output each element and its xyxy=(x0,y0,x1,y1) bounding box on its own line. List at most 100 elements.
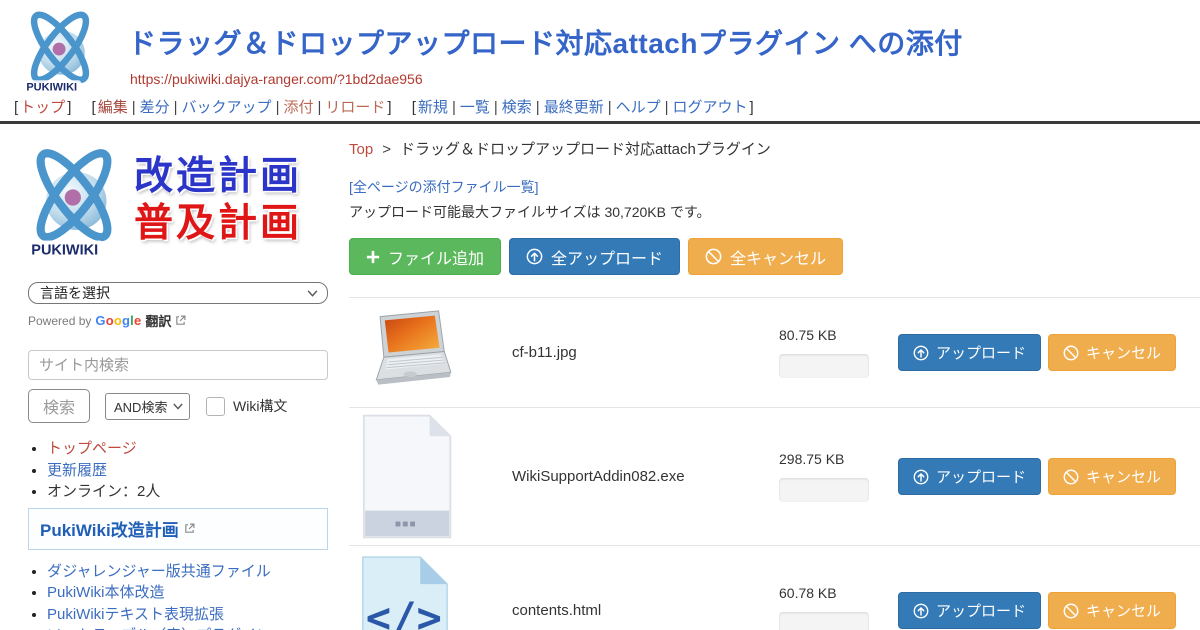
svg-text:</>: </> xyxy=(366,593,442,630)
cancel-button[interactable]: キャンセル xyxy=(1048,334,1176,371)
bracket: ] xyxy=(387,99,391,116)
nav-item-top[interactable]: トップ xyxy=(20,99,65,116)
atom-logo-icon: PUKIWIKI xyxy=(14,5,106,95)
nav-item-diff[interactable]: 差分 xyxy=(140,99,170,116)
nav-item-edit[interactable]: 編集 xyxy=(98,99,128,116)
page-title: ドラッグ＆ドロップアップロード対応attachプラグイン への添付 xyxy=(128,22,963,62)
list-item: トップページ xyxy=(47,439,345,459)
all-attachments-link[interactable]: [全ページの添付ファイル一覧] xyxy=(349,177,539,197)
search-mode-value: AND検索 xyxy=(114,397,167,416)
separator: | xyxy=(452,99,456,116)
nav-item-search[interactable]: 検索 xyxy=(502,99,532,116)
upload-icon xyxy=(913,469,929,485)
upload-queue: cf-b11.jpg 80.75 KB アップロード xyxy=(349,297,1200,630)
nav-item-reload[interactable]: リロード xyxy=(325,99,385,116)
list-item: ダジャレンジャー版共通ファイル xyxy=(47,562,345,582)
nav-item-list[interactable]: 一覧 xyxy=(460,99,490,116)
upload-icon xyxy=(913,345,929,361)
svg-text:PUKIWIKI: PUKIWIKI xyxy=(26,81,77,93)
sidebar-plugin-links: ダジャレンジャー版共通ファイル PukiWiki本体改造 PukiWikiテキス… xyxy=(28,562,345,630)
file-size: 298.75 KB xyxy=(779,451,889,467)
list-item: ソートテーブル（表）プラグイン xyxy=(47,626,345,630)
file-row: cf-b11.jpg 80.75 KB アップロード xyxy=(349,297,1200,407)
bracket: ] xyxy=(67,99,71,116)
page-url[interactable]: https://pukiwiki.dajya-ranger.com/?1bd2d… xyxy=(130,71,963,87)
file-size-cell: 60.78 KB xyxy=(779,585,889,630)
separator: | xyxy=(132,99,136,116)
search-mode-select[interactable]: AND検索 xyxy=(105,393,190,420)
upload-toolbar: ファイル追加 全アップロード 全キャンセル xyxy=(349,238,1200,275)
separator: | xyxy=(665,99,669,116)
nav-group-page-actions: [編集|差分|バックアップ|添付|リロード] xyxy=(90,99,394,116)
header-text-block: ドラッグ＆ドロップアップロード対応attachプラグイン への添付 https:… xyxy=(128,5,963,96)
ban-icon xyxy=(1063,345,1079,361)
upload-button[interactable]: アップロード xyxy=(898,458,1041,495)
separator: | xyxy=(608,99,612,116)
nav-item-help[interactable]: ヘルプ xyxy=(616,99,661,116)
sidebar-link-text-ext[interactable]: PukiWikiテキスト表現拡張 xyxy=(47,606,224,623)
upload-button[interactable]: アップロード xyxy=(898,592,1041,629)
chevron-down-icon xyxy=(173,403,183,410)
cancel-all-button[interactable]: 全キャンセル xyxy=(688,238,843,275)
google-translate-attribution: Powered by Google 翻訳 xyxy=(28,311,345,330)
translate-link[interactable]: 翻訳 xyxy=(145,311,171,330)
sidebar-link-common-files[interactable]: ダジャレンジャー版共通ファイル xyxy=(47,563,271,580)
breadcrumb-top-link[interactable]: Top xyxy=(349,141,373,158)
list-item: PukiWiki本体改造 xyxy=(47,583,345,603)
pukiwiki-logo[interactable]: PUKIWIKI xyxy=(14,5,106,95)
sidebar-link-update-history[interactable]: 更新履歴 xyxy=(47,462,107,479)
upload-all-button[interactable]: 全アップロード xyxy=(509,238,680,275)
sidebar-banner[interactable]: PUKIWIKI 改造計画 普及計画 xyxy=(16,140,337,262)
separator: | xyxy=(494,99,498,116)
max-upload-size-text: アップロード可能最大ファイルサイズは 30,720KB です。 xyxy=(349,202,1200,222)
breadcrumb-current: ドラッグ＆ドロップアップロード対応attachプラグイン xyxy=(400,141,771,158)
nav-group-home: [トップ] xyxy=(12,99,73,116)
nav-item-recent[interactable]: 最終更新 xyxy=(544,99,604,116)
file-thumbnail xyxy=(349,414,512,539)
top-nav: [トップ] [編集|差分|バックアップ|添付|リロード] [新規|一覧|検索|最… xyxy=(0,96,1200,118)
upload-button[interactable]: アップロード xyxy=(898,334,1041,371)
file-actions: アップロード キャンセル xyxy=(898,592,1176,629)
powered-by-label: Powered by xyxy=(28,314,91,328)
ban-icon xyxy=(705,248,722,265)
file-actions: アップロード キャンセル xyxy=(898,334,1176,371)
nav-item-backup[interactable]: バックアップ xyxy=(182,99,272,116)
sidebar-link-core-mod[interactable]: PukiWiki本体改造 xyxy=(47,584,165,601)
upload-icon xyxy=(526,248,543,265)
sidebar-link-top-page[interactable]: トップページ xyxy=(47,440,137,457)
bracket: ] xyxy=(750,99,754,116)
separator: | xyxy=(276,99,280,116)
generic-file-icon xyxy=(359,414,454,539)
breadcrumb-separator: > xyxy=(382,141,391,158)
file-row: </> contents.html 60.78 KB xyxy=(349,545,1200,630)
list-item: オンライン：2人 xyxy=(47,482,345,502)
project-box-link[interactable]: PukiWiki改造計画 xyxy=(40,516,179,541)
upload-progress-bar xyxy=(779,354,869,378)
nav-item-attach[interactable]: 添付 xyxy=(283,99,313,116)
wiki-syntax-checkbox[interactable] xyxy=(206,397,225,416)
wiki-syntax-label: Wiki構文 xyxy=(233,396,287,416)
google-logo: Google xyxy=(95,313,141,328)
atom-logo-icon: PUKIWIKI xyxy=(16,140,132,262)
code-file-icon: </> xyxy=(359,556,451,630)
list-item: 更新履歴 xyxy=(47,461,345,481)
banner-line-fukyu: 普及計画 xyxy=(134,201,302,248)
language-select[interactable]: 言語を選択 xyxy=(28,282,328,304)
file-size-cell: 80.75 KB xyxy=(779,327,889,378)
sidebar: PUKIWIKI 改造計画 普及計画 言語を選択 Powered by Goog… xyxy=(0,124,345,630)
nav-item-new[interactable]: 新規 xyxy=(418,99,448,116)
separator: | xyxy=(317,99,321,116)
banner-slogan: 改造計画 普及計画 xyxy=(134,154,302,248)
search-button[interactable]: 検索 xyxy=(28,389,90,423)
cancel-button[interactable]: キャンセル xyxy=(1048,592,1176,629)
file-thumbnail: </> xyxy=(349,556,512,630)
site-search-input[interactable] xyxy=(28,350,328,380)
nav-item-logout[interactable]: ログアウト xyxy=(673,99,748,116)
project-box: PukiWiki改造計画 xyxy=(28,508,328,550)
file-name: WikiSupportAddin082.exe xyxy=(512,468,779,485)
laptop-photo-thumbnail xyxy=(359,310,454,395)
cancel-button[interactable]: キャンセル xyxy=(1048,458,1176,495)
add-files-button[interactable]: ファイル追加 xyxy=(349,238,501,275)
bracket: [ xyxy=(14,99,18,116)
separator: | xyxy=(536,99,540,116)
